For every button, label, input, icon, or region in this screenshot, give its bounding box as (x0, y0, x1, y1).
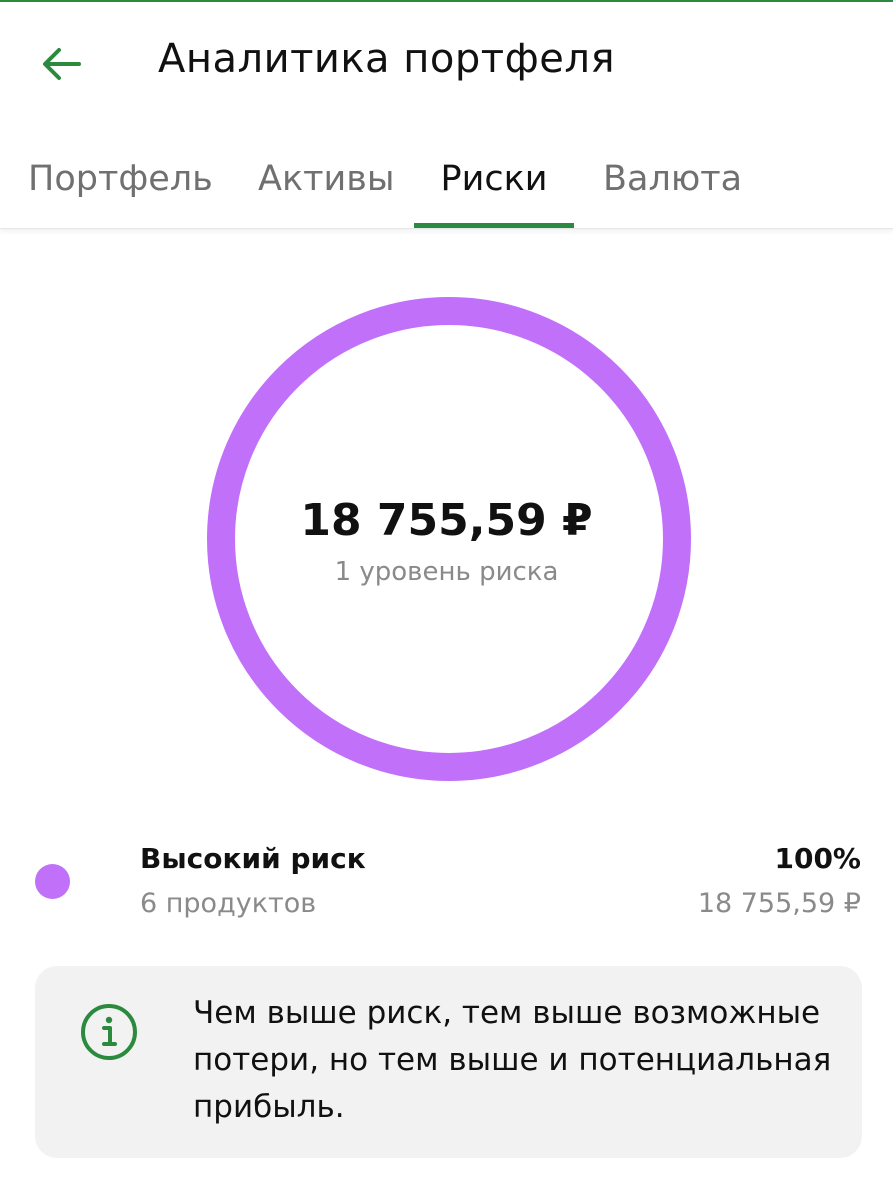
portfolio-analytics-screen: Аналитика портфеля Портфель Активы Риски… (0, 0, 893, 1200)
legend-percent: 100% (774, 842, 861, 875)
legend-item[interactable]: Высокий риск 6 продуктов 100% 18 755,59 … (0, 832, 893, 932)
legend-amount: 18 755,59 ₽ (697, 888, 861, 919)
back-button[interactable] (36, 40, 86, 88)
info-card: Чем выше риск, тем выше возможные потери… (35, 966, 862, 1158)
legend-product-count: 6 продуктов (140, 888, 317, 919)
tab-assets[interactable]: Активы (258, 130, 394, 228)
active-tab-indicator (414, 223, 574, 228)
tab-currency[interactable]: Валюта (603, 130, 742, 228)
info-text: Чем выше риск, тем выше возможные потери… (193, 995, 832, 1125)
donut-center-label: 1 уровень риска (334, 557, 559, 587)
donut-center-amount: 18 755,59 ₽ (300, 495, 593, 546)
app-header: Аналитика портфеля (0, 0, 893, 130)
tab-risks[interactable]: Риски (414, 130, 574, 228)
legend-risk-name: Высокий риск (140, 842, 366, 875)
risk-color-dot (35, 864, 70, 899)
info-icon (81, 1004, 137, 1060)
tab-bar: Портфель Активы Риски Валюта (0, 130, 893, 229)
page-title: Аналитика портфеля (158, 36, 616, 82)
arrow-left-icon (43, 48, 81, 80)
tab-portfolio[interactable]: Портфель (28, 130, 213, 228)
